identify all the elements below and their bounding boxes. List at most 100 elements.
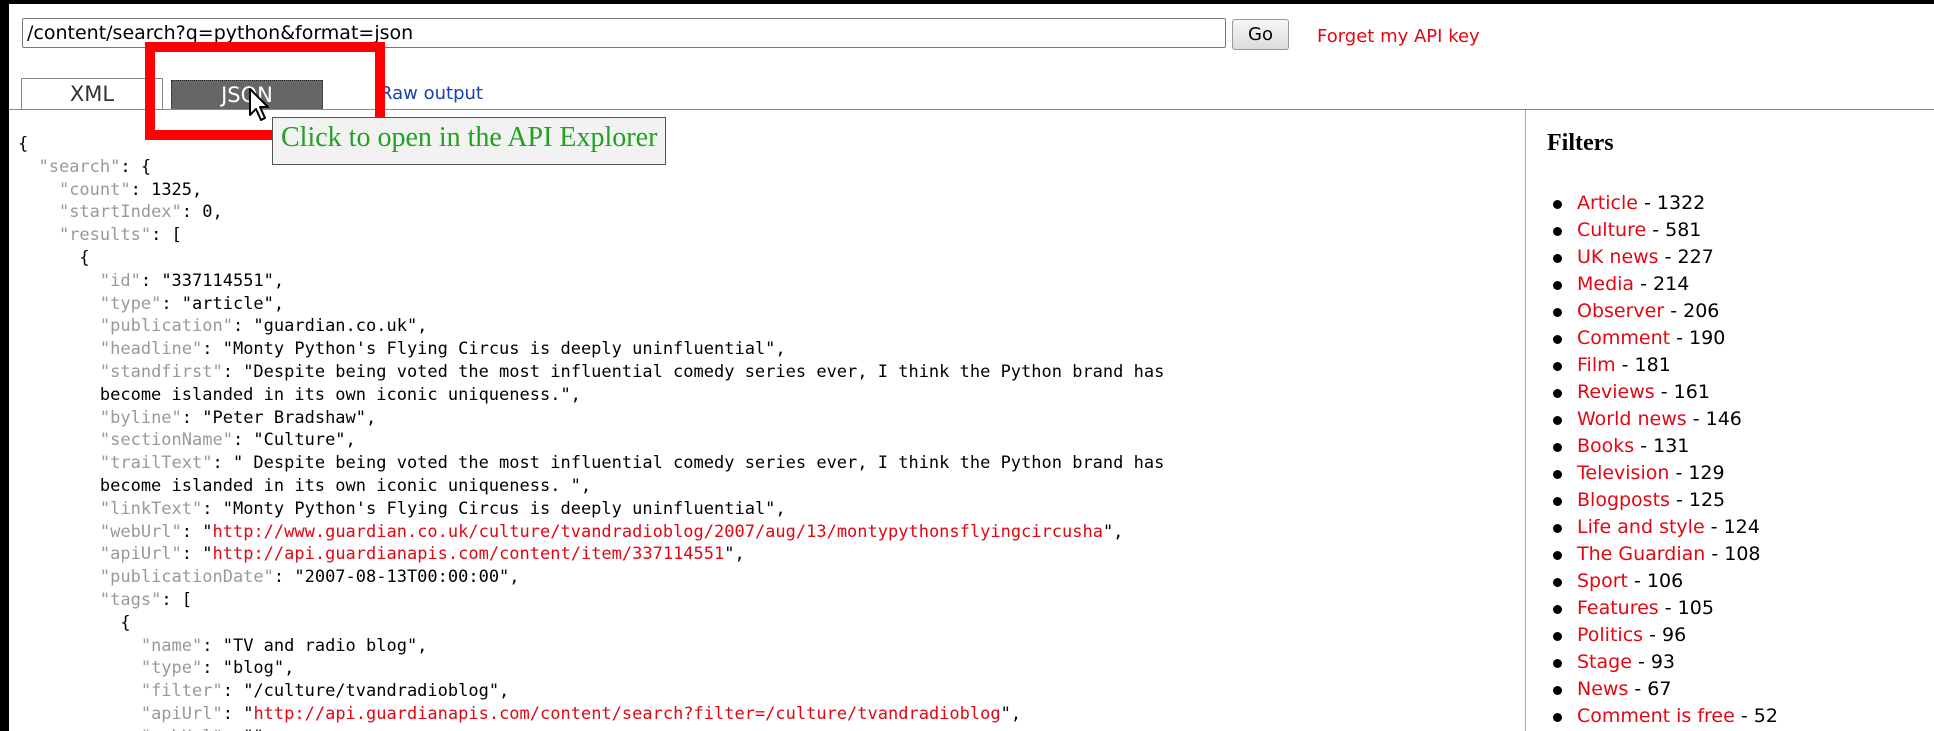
- filter-link[interactable]: The Guardian: [1577, 543, 1705, 565]
- mouse-pointer-icon: [249, 88, 269, 121]
- json-text: : "/culture/tvandradioblog",: [222, 681, 510, 702]
- filters-title: Filters: [1547, 130, 1614, 156]
- filters-list: Article - 1322 Culture - 581 UK news - 227…: [1547, 190, 1778, 730]
- go-button[interactable]: Go: [1232, 19, 1289, 50]
- json-text: : " Despite being voted the most influen…: [212, 453, 1165, 474]
- json-text: [18, 704, 141, 724]
- json-line: {: [18, 248, 89, 268]
- json-output: { "search": { "count": 1325, "startIndex…: [18, 133, 1164, 731]
- json-text: [18, 294, 100, 314]
- filter-link[interactable]: World news: [1577, 408, 1687, 430]
- json-url-link[interactable]: http://api.guardianapis.com/content/sear…: [253, 704, 1000, 724]
- forget-api-key-link[interactable]: Forget my API key: [1317, 26, 1480, 47]
- json-text: {: [18, 134, 29, 154]
- filter-item: Comment is free - 52: [1547, 703, 1778, 730]
- json-line: "apiUrl": "http://api.guardianapis.com/c…: [18, 544, 745, 564]
- json-text: : "Culture",: [232, 430, 356, 451]
- filter-link[interactable]: Life and style: [1577, 516, 1705, 538]
- json-line: "webUrl": "": [18, 727, 264, 731]
- json-text: : "article",: [161, 293, 285, 314]
- json-text: ",: [1102, 521, 1124, 542]
- json-line: "byline": "Peter Bradshaw",: [18, 408, 376, 428]
- filter-item: Blogposts - 125: [1547, 487, 1778, 514]
- json-line: "startIndex": 0,: [18, 202, 223, 222]
- json-line: "standfirst": "Despite being voted the m…: [18, 362, 1164, 382]
- filter-item: Politics - 96: [1547, 622, 1778, 649]
- filter-count: - 206: [1664, 300, 1720, 322]
- filter-item: Features - 105: [1547, 595, 1778, 622]
- filter-link[interactable]: UK news: [1577, 246, 1659, 268]
- json-key: "standfirst": [99, 361, 223, 382]
- json-url-link[interactable]: http://www.guardian.co.uk/culture/tvandr…: [213, 522, 1103, 542]
- json-line: "type": "blog",: [18, 658, 295, 678]
- filter-link[interactable]: Observer: [1577, 300, 1664, 322]
- json-text: : "Peter Bradshaw",: [181, 407, 377, 428]
- filter-link[interactable]: Comment: [1577, 327, 1670, 349]
- raw-output-link[interactable]: Raw output: [380, 83, 483, 104]
- json-key: "name": [140, 635, 203, 656]
- json-text: : "Despite being voted the most influent…: [222, 361, 1165, 382]
- json-line: "linkText": "Monty Python's Flying Circu…: [18, 499, 786, 519]
- filter-count: - 124: [1704, 516, 1760, 538]
- filter-count: - 214: [1634, 273, 1690, 295]
- json-key: "apiUrl": [140, 703, 223, 724]
- json-text: [18, 225, 59, 245]
- filter-link[interactable]: Books: [1577, 435, 1634, 457]
- json-line: "headline": "Monty Python's Flying Circu…: [18, 339, 786, 359]
- json-text: : "Monty Python's Flying Circus is deepl…: [202, 339, 786, 360]
- filter-link[interactable]: Culture: [1577, 219, 1646, 241]
- json-line: "type": "article",: [18, 294, 284, 314]
- filter-link[interactable]: Features: [1577, 597, 1659, 619]
- json-key: "results": [58, 225, 152, 246]
- json-key: "count": [58, 179, 131, 200]
- filter-count: - 1322: [1637, 192, 1706, 214]
- json-key: "apiUrl": [99, 544, 182, 565]
- filter-item: Culture - 581: [1547, 217, 1778, 244]
- filters-panel: Filters Article - 1322 Culture - 581 UK ne…: [1547, 130, 1927, 727]
- filter-count: - 108: [1705, 543, 1761, 565]
- json-text: [18, 408, 100, 428]
- json-text: ",: [724, 544, 745, 565]
- json-text: : ": [222, 703, 254, 724]
- filter-item: UK news - 227: [1547, 244, 1778, 271]
- filter-link[interactable]: Television: [1577, 462, 1669, 484]
- filter-item: News - 67: [1547, 676, 1778, 703]
- filter-link[interactable]: Media: [1577, 273, 1634, 295]
- json-text: [18, 658, 141, 678]
- filter-count: - 93: [1631, 651, 1676, 673]
- json-text: : ": [181, 544, 213, 565]
- filter-link[interactable]: Article: [1577, 192, 1638, 214]
- filter-count: - 190: [1670, 327, 1726, 349]
- json-key: "webUrl": [141, 727, 223, 731]
- json-text: [18, 544, 100, 564]
- filter-item: Article - 1322: [1547, 190, 1778, 217]
- json-key: "headline": [99, 339, 203, 360]
- filter-link[interactable]: Film: [1577, 354, 1616, 376]
- json-text: become islanded in its own iconic unique…: [18, 384, 581, 405]
- json-url-link[interactable]: http://api.guardianapis.com/content/item…: [213, 544, 725, 564]
- filter-link[interactable]: Comment is free: [1577, 705, 1735, 727]
- filter-count: - 129: [1669, 462, 1725, 484]
- tab-xml[interactable]: XML: [21, 78, 163, 110]
- json-text: : "TV and radio blog",: [202, 635, 428, 656]
- json-text: [18, 339, 100, 359]
- filter-link[interactable]: Sport: [1577, 570, 1628, 592]
- json-text: [18, 362, 100, 382]
- filter-item: Sport - 106: [1547, 568, 1778, 595]
- filter-link[interactable]: Reviews: [1577, 381, 1655, 403]
- filter-item: Film - 181: [1547, 352, 1778, 379]
- json-line: "publication": "guardian.co.uk",: [18, 316, 428, 337]
- json-text: ",: [1000, 703, 1022, 724]
- filter-link[interactable]: News: [1577, 678, 1628, 700]
- json-text: : "guardian.co.uk",: [232, 316, 428, 337]
- filter-item: Media - 214: [1547, 271, 1778, 298]
- json-text: {: [18, 612, 131, 633]
- filter-link[interactable]: Stage: [1577, 651, 1632, 673]
- filter-item: Observer - 206: [1547, 298, 1778, 325]
- json-text: : [: [151, 225, 182, 246]
- json-text: : "2007-08-13T00:00:00",: [273, 567, 520, 588]
- json-line: "id": "337114551",: [18, 271, 284, 291]
- filter-link[interactable]: Politics: [1577, 624, 1643, 646]
- filter-link[interactable]: Blogposts: [1577, 489, 1670, 511]
- json-line: "results": [: [18, 225, 182, 245]
